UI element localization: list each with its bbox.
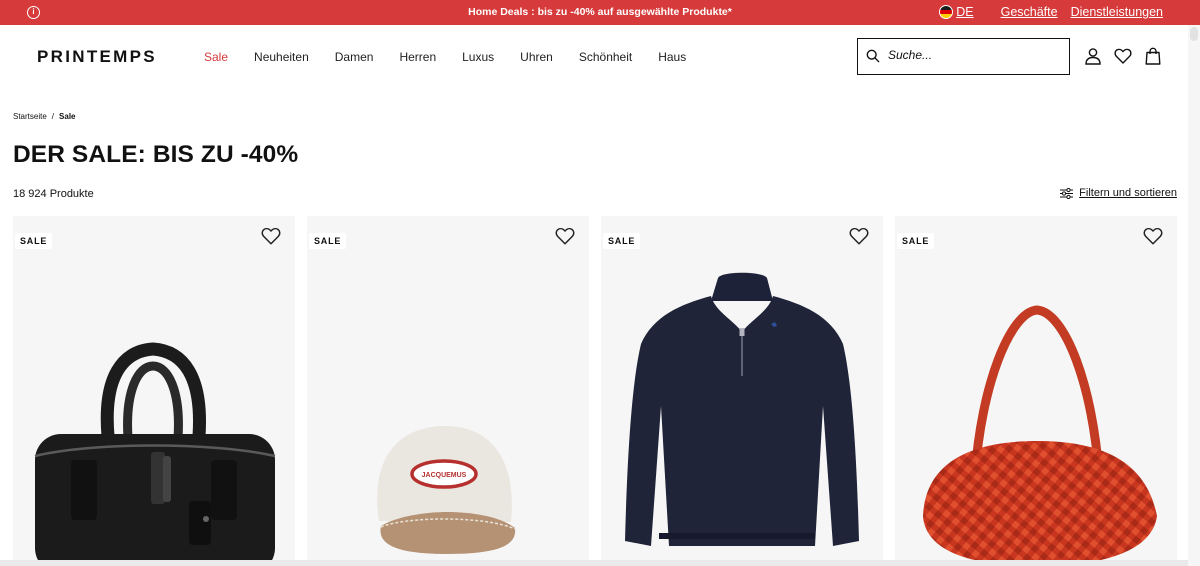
main-nav: Sale Neuheiten Damen Herren Luxus Uhren … (204, 50, 712, 64)
nav-item-haus[interactable]: Haus (658, 50, 686, 64)
cap-logo-text: JACQUEMUS (422, 472, 467, 479)
logo[interactable]: PRINTEMPS (37, 47, 157, 67)
filter-sliders-icon (1060, 187, 1074, 199)
nav-item-luxus[interactable]: Luxus (462, 50, 494, 64)
scrollbar[interactable] (1188, 25, 1200, 566)
promo-links: DE Geschäfte Dienstleistungen (939, 5, 1163, 19)
product-card[interactable]: SALE (601, 216, 883, 566)
product-count: 18 924 Produkte (13, 188, 94, 200)
sale-badge: SALE (897, 233, 935, 249)
promo-bar: i Home Deals : bis zu -40% auf ausgewähl… (0, 0, 1200, 25)
nav-item-damen[interactable]: Damen (335, 50, 374, 64)
page-title: DER SALE: BIS ZU -40% (13, 141, 299, 168)
filter-sort-button[interactable]: Filtern und sortieren (1060, 187, 1177, 199)
sale-badge: SALE (15, 233, 53, 249)
product-image-sweater[interactable] (601, 216, 883, 566)
stores-link[interactable]: Geschäfte (1001, 5, 1058, 19)
sale-badge: SALE (309, 233, 347, 249)
search-box[interactable] (857, 38, 1070, 75)
sale-badge: SALE (603, 233, 641, 249)
services-link[interactable]: Dienstleistungen (1071, 5, 1163, 19)
breadcrumb: Startseite / Sale (13, 112, 76, 121)
product-image-cap[interactable]: JACQUEMUS (307, 216, 589, 566)
wishlist-icon[interactable] (1114, 47, 1132, 65)
search-input[interactable] (888, 48, 1058, 62)
shopping-bag-icon[interactable] (1144, 47, 1162, 65)
product-image-woven-bag[interactable] (895, 216, 1177, 566)
nav-item-neuheiten[interactable]: Neuheiten (254, 50, 309, 64)
wishlist-heart-icon[interactable] (261, 226, 281, 246)
wishlist-heart-icon[interactable] (555, 226, 575, 246)
scroll-thumb[interactable] (1190, 27, 1198, 41)
product-image-duffel-bag[interactable] (13, 216, 295, 566)
breadcrumb-separator: / (51, 112, 55, 121)
product-card[interactable]: JACQUEMUS SALE (307, 216, 589, 566)
product-card[interactable]: SALE (13, 216, 295, 566)
breadcrumb-current: Sale (59, 112, 76, 121)
wishlist-heart-icon[interactable] (849, 226, 869, 246)
product-card[interactable]: SALE (895, 216, 1177, 566)
filter-sort-label[interactable]: Filtern und sortieren (1079, 187, 1177, 199)
nav-item-sale[interactable]: Sale (204, 50, 228, 64)
nav-item-schoenheit[interactable]: Schönheit (579, 50, 632, 64)
search-icon[interactable] (866, 49, 880, 63)
horizontal-scrollbar[interactable] (0, 560, 1188, 566)
breadcrumb-home[interactable]: Startseite (13, 112, 47, 121)
germany-flag-icon[interactable] (939, 5, 954, 19)
wishlist-heart-icon[interactable] (1143, 226, 1163, 246)
nav-item-herren[interactable]: Herren (399, 50, 436, 64)
nav-item-uhren[interactable]: Uhren (520, 50, 553, 64)
site-header: PRINTEMPS Sale Neuheiten Damen Herren Lu… (0, 25, 1200, 89)
country-selector[interactable]: DE (956, 5, 973, 19)
account-icon[interactable] (1084, 47, 1102, 65)
